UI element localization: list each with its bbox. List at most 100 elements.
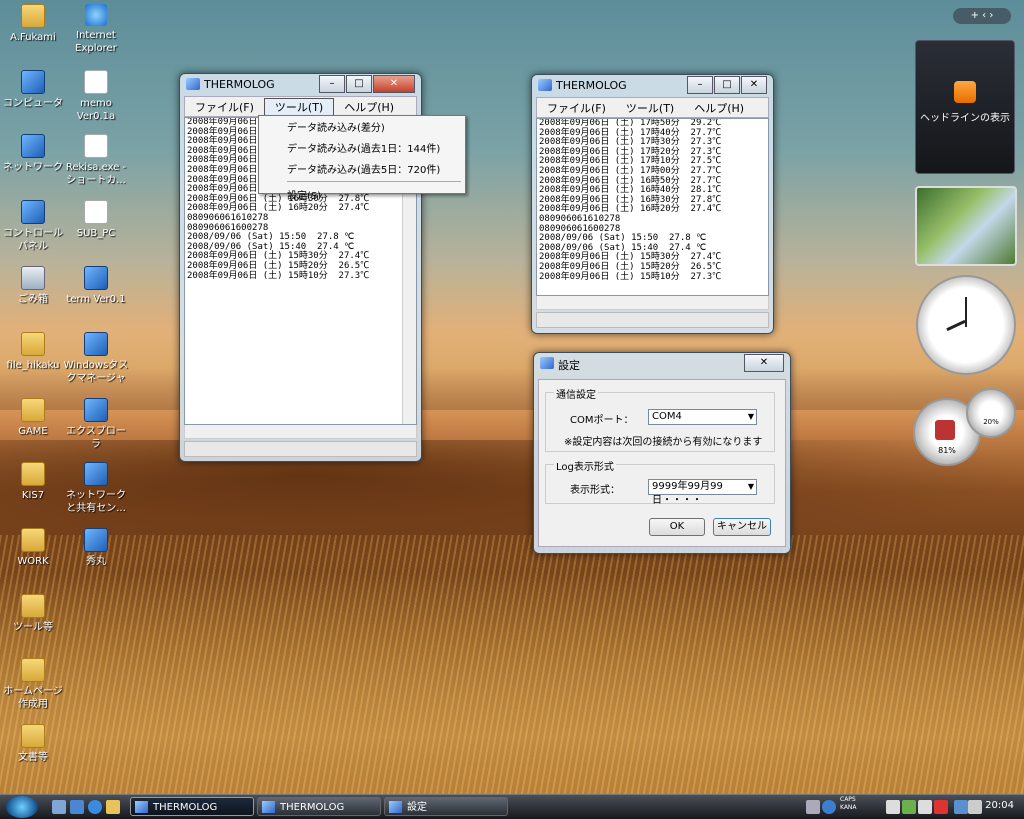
thermolog-app-icon (538, 79, 552, 91)
shortcut-icon (84, 134, 108, 158)
desktop-icon-game[interactable]: GAME (0, 398, 66, 438)
close-button[interactable]: ✕ (741, 76, 767, 94)
ime-tool-icon[interactable] (886, 800, 900, 814)
quick-launch-app-icon[interactable] (106, 800, 120, 814)
log-line: 2008年09月06日 (土) 15時10分 27.3℃ (539, 271, 722, 282)
desktop-icon-kis7[interactable]: KIS7 (0, 462, 66, 502)
volume-icon[interactable] (968, 800, 982, 814)
chevron-down-icon: ▼ (747, 482, 754, 491)
desktop-icon-file-hikaku[interactable]: file_hikaku (0, 332, 66, 372)
taskbar-button-thermolog-2[interactable]: THERMOLOG (257, 797, 381, 816)
feed-headlines-gadget[interactable]: ヘッドラインの表示 (915, 40, 1015, 174)
title-bar[interactable]: 設定 ✕ (534, 353, 790, 375)
log-format-group-label: Log表示形式 (554, 458, 616, 473)
horizontal-scrollbar[interactable] (184, 425, 417, 439)
minimize-button[interactable]: – (319, 75, 345, 93)
menu-file[interactable]: ファイル(F) (537, 100, 616, 116)
thermolog-app-icon (262, 801, 275, 813)
com-port-select[interactable]: COM4 ▼ (648, 409, 757, 425)
clock-gadget[interactable] (916, 275, 1016, 375)
memory-meter-gadget[interactable]: 20% (966, 388, 1016, 438)
cancel-button[interactable]: キャンセル (713, 518, 771, 536)
maximize-button[interactable]: □ (714, 76, 740, 94)
folder-icon (21, 594, 45, 618)
internet-explorer-icon (85, 4, 107, 26)
memory-usage-label: 20% (983, 418, 999, 426)
taskbar-button-settings[interactable]: 設定 (384, 797, 508, 816)
menu-tools[interactable]: ツール(T) (263, 97, 335, 116)
log-format-group: Log表示形式 表示形式： 9999年99月99日・・・・ ▼ (545, 458, 775, 506)
recycle-bin-icon (21, 266, 45, 290)
desktop-icon-control-panel[interactable]: コントロール パネル (0, 200, 66, 253)
desktop-icon-sub-pc[interactable]: SUB_PC (63, 200, 129, 240)
computer-icon (21, 70, 45, 94)
menu-file[interactable]: ファイル(F) (185, 99, 264, 115)
menu-help[interactable]: ヘルプ(H) (684, 100, 754, 116)
explorer-icon (84, 398, 108, 422)
minimize-button[interactable]: – (687, 76, 713, 94)
desktop-icon-term[interactable]: term Ver0.1 (63, 266, 129, 306)
start-button[interactable] (6, 796, 38, 818)
desktop-icon-network-center[interactable]: ネットワークと共有セン... (63, 462, 129, 515)
clock-hour-hand (946, 319, 966, 332)
window-title: THERMOLOG (204, 78, 275, 91)
folder-icon (21, 462, 45, 486)
term-app-icon (84, 266, 108, 290)
format-select[interactable]: 9999年99月99日・・・・ ▼ (648, 479, 757, 506)
desktop-icon-network[interactable]: ネットワーク (0, 134, 66, 174)
security-icon[interactable] (934, 800, 948, 814)
menu-item-load-diff[interactable]: データ読み込み(差分) (259, 116, 465, 137)
horizontal-scrollbar[interactable] (536, 296, 769, 310)
network-icon[interactable] (954, 800, 968, 814)
switch-windows-icon[interactable] (70, 800, 84, 814)
desktop-icon-task-manager[interactable]: Windowsタスクマネージャ (63, 332, 129, 385)
desktop-icon-work[interactable]: WORK (0, 528, 66, 568)
folder-icon (21, 528, 45, 552)
desktop-icon-afukami[interactable]: A.Fukami (0, 4, 66, 44)
internet-explorer-icon[interactable] (88, 800, 102, 814)
thermolog-app-icon (135, 801, 148, 813)
log-text-area[interactable]: 2008年09月06日 (土) 17時50分 29.2℃ 2008年09月06日 … (536, 118, 769, 296)
close-button[interactable]: ✕ (373, 75, 415, 93)
comm-settings-group: 通信設定 COMポート： COM4 ▼ ※設定内容は次回の接続から有効になります (545, 386, 775, 452)
desktop-icon-homepage[interactable]: ホームページ作成用 (0, 658, 66, 711)
show-desktop-icon[interactable] (52, 800, 66, 814)
desktop-icon-rekisa[interactable]: Rekisa.exe - ショートカ... (63, 134, 129, 187)
close-button[interactable]: ✕ (744, 354, 784, 372)
settings-app-icon (540, 357, 554, 369)
slideshow-gadget[interactable] (915, 186, 1017, 266)
desktop-icon-explorer[interactable]: エクスプローラ (63, 398, 129, 451)
desktop-icon-hidemaru[interactable]: 秀丸 (63, 528, 129, 568)
input-mode-icon[interactable] (806, 800, 820, 814)
title-bar[interactable]: THERMOLOG – □ ✕ (532, 75, 773, 97)
window-title: THERMOLOG (556, 79, 627, 92)
comm-settings-label: 通信設定 (554, 386, 598, 401)
taskbar-clock[interactable]: 20:04 (985, 800, 1014, 811)
desktop-icon-memo[interactable]: memo Ver0.1a (63, 70, 129, 123)
task-manager-icon (84, 332, 108, 356)
menu-help[interactable]: ヘルプ(H) (334, 99, 404, 115)
desktop-icon-recycle-bin[interactable]: ごみ箱 (0, 266, 66, 306)
thermolog-window-2: THERMOLOG – □ ✕ ファイル(F) ツール(T) ヘルプ(H) 20… (531, 74, 774, 334)
menu-item-load-5day[interactable]: データ読み込み(過去5日：720件) (259, 158, 465, 179)
title-bar[interactable]: THERMOLOG – □ ✕ (180, 74, 421, 96)
desktop-icon-computer[interactable]: コンピュータ (0, 70, 66, 110)
menu-item-settings[interactable]: 設定(S) (259, 184, 465, 205)
desktop-icon-internet-explorer[interactable]: Internet Explorer (63, 4, 129, 55)
sidebar-controls[interactable]: + ‹ › (953, 8, 1011, 24)
dialog-title: 設定 (558, 359, 580, 372)
tray-app-icon[interactable] (902, 800, 916, 814)
tray-tool-icon[interactable] (918, 800, 932, 814)
help-icon[interactable] (822, 800, 836, 814)
ok-button[interactable]: OK (649, 518, 705, 536)
menu-item-load-1day[interactable]: データ読み込み(過去1日：144件) (259, 137, 465, 158)
settings-app-icon (389, 801, 402, 813)
taskbar-button-thermolog-1[interactable]: THERMOLOG (130, 797, 254, 816)
maximize-button[interactable]: □ (346, 75, 372, 93)
ime-status[interactable]: CAPS KANA (840, 796, 857, 812)
menu-bar: ファイル(F) ツール(T) ヘルプ(H) (536, 97, 769, 118)
settings-dialog: 設定 ✕ 通信設定 COMポート： COM4 ▼ ※設定内容は次回の接続から有効に… (533, 352, 791, 554)
menu-tools[interactable]: ツール(T) (616, 100, 684, 116)
desktop-icon-tools[interactable]: ツール等 (0, 594, 66, 634)
desktop-icon-documents[interactable]: 文書等 (0, 724, 66, 764)
